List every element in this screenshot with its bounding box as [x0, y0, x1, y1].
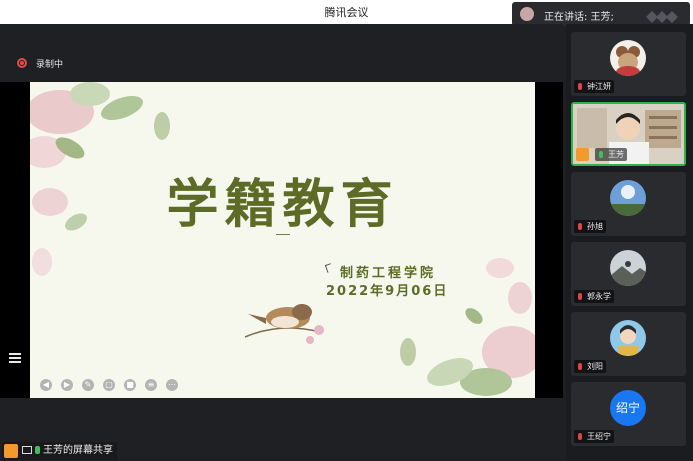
bottom-bar: 王芳的屏幕共享: [0, 441, 563, 461]
participant-tile[interactable]: 绍宁 王绍宁: [571, 382, 686, 446]
menu-icon[interactable]: [9, 353, 21, 365]
camera-icon[interactable]: ■: [124, 379, 136, 391]
shared-slide: 学籍教育 制药工程学院 2022年9月06日 ◀ ▶ ✎ ▢ ■ ≡ ⋯: [30, 82, 535, 398]
share-label: 王芳的屏幕共享: [43, 445, 113, 456]
slide-date: 2022年9月06日: [326, 284, 449, 299]
participant-name: 王绍宁: [574, 430, 614, 443]
bear-avatar-icon: [610, 40, 646, 76]
floral-decoration: [30, 82, 535, 396]
layout-toggle-icon[interactable]: [646, 8, 682, 23]
more-icon[interactable]: ⋯: [166, 379, 178, 391]
participant-tile[interactable]: 孙旭: [571, 172, 686, 236]
person-avatar-icon: [610, 320, 646, 356]
prev-slide-icon[interactable]: ◀: [40, 379, 52, 391]
participant-tile[interactable]: 郭永学: [571, 242, 686, 306]
participant-video: [573, 104, 684, 164]
speaking-label: 正在讲话: 王芳;: [544, 12, 614, 23]
participant-tile[interactable]: 刘阳: [571, 312, 686, 376]
participant-tile[interactable]: 钟江妍: [571, 32, 686, 96]
slide-title: 学籍教育: [166, 174, 399, 235]
screen-share-tag: 王芳的屏幕共享: [2, 442, 117, 460]
screenshot-icon[interactable]: ▢: [103, 379, 115, 391]
screen-icon: [22, 446, 32, 454]
pen-icon[interactable]: ✎: [82, 379, 94, 391]
title-divider: [276, 234, 290, 235]
participant-name: 孙旭: [574, 220, 606, 233]
record-icon: [17, 58, 27, 68]
participant-sidebar: 钟江妍 王芳 孙旭 郭永学 刘阳 绍宁 王绍宁: [566, 24, 693, 461]
participant-name: 钟江妍: [574, 80, 614, 93]
slide-subtitle: 制药工程学院: [340, 266, 437, 281]
participant-name: 刘阳: [574, 360, 606, 373]
participant-name: 王芳: [595, 148, 627, 161]
slide-controls: ◀ ▶ ✎ ▢ ■ ≡ ⋯: [40, 372, 187, 391]
next-slide-icon[interactable]: ▶: [61, 379, 73, 391]
text-avatar: 绍宁: [610, 390, 646, 426]
speaking-indicator: 正在讲话: 王芳;: [512, 2, 690, 26]
landscape-avatar-icon: [610, 250, 646, 286]
subtitle-icon[interactable]: ≡: [145, 379, 157, 391]
participant-name: 郭永学: [574, 290, 614, 303]
mic-on-icon: [35, 446, 40, 454]
person-icon: [576, 148, 589, 161]
person-icon: [4, 444, 18, 458]
speaker-avatar: [520, 7, 534, 21]
recording-label: 录制中: [36, 60, 64, 70]
participant-tile-active[interactable]: 王芳: [571, 102, 686, 166]
sky-avatar-icon: [610, 180, 646, 216]
